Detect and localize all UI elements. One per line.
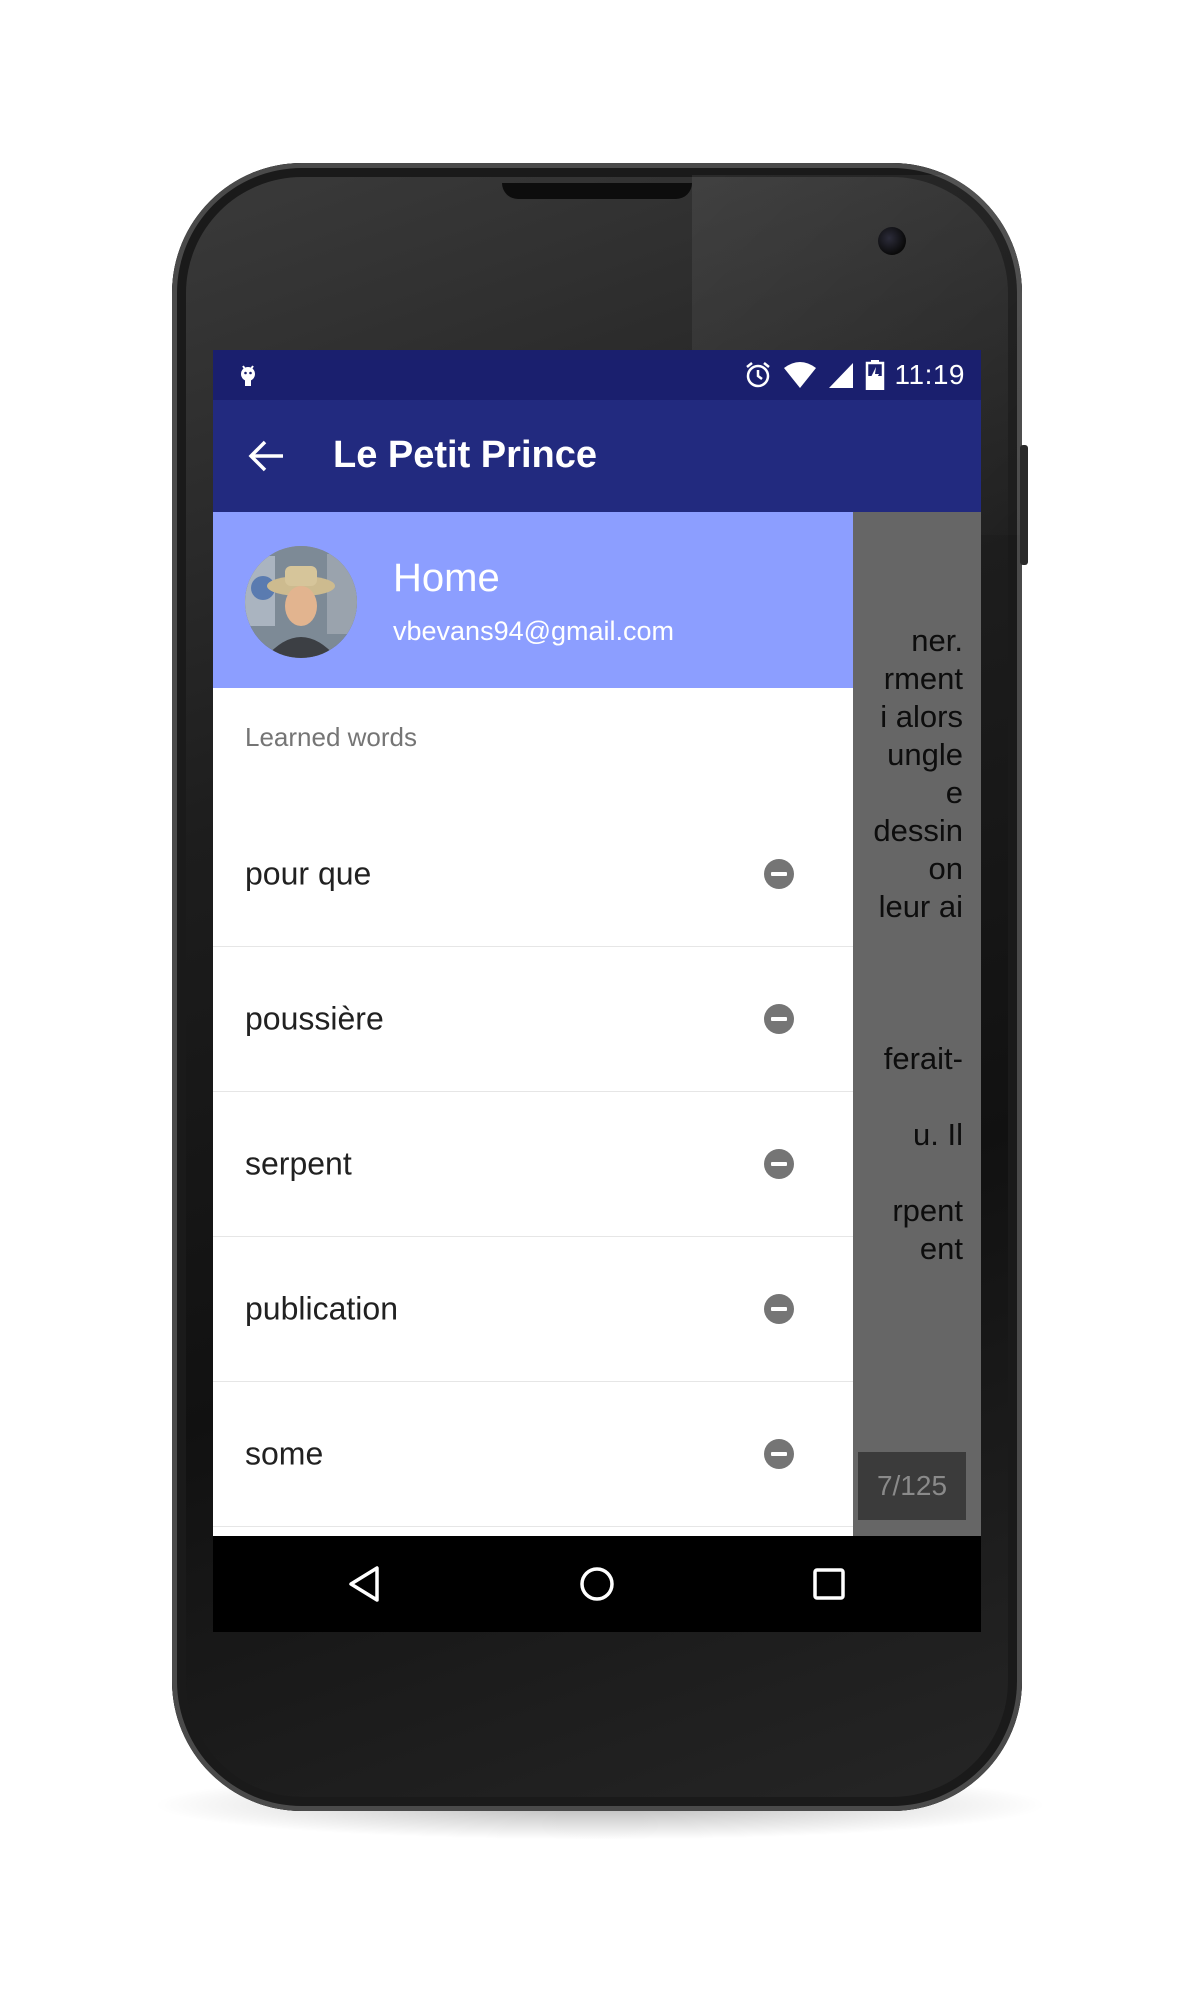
word-label: publication xyxy=(245,1290,398,1327)
word-label: poussière xyxy=(245,1000,384,1037)
android-debug-icon xyxy=(241,365,255,386)
section-label-learned-words: Learned words xyxy=(245,722,417,752)
drawer-account-name: Home xyxy=(393,556,500,600)
word-label: some xyxy=(245,1435,324,1472)
device-screen: 11:19 Le Petit Prince ner.rmenti alorsun… xyxy=(213,350,981,1632)
learned-words-list: pour que poussière serpent publication s… xyxy=(213,802,853,1527)
avatar xyxy=(245,546,357,658)
signal-icon xyxy=(828,363,853,388)
drawer-account-email: vbevans94@gmail.com xyxy=(393,616,675,646)
status-time: 11:19 xyxy=(894,359,965,390)
wifi-icon xyxy=(783,362,816,388)
alarm-icon xyxy=(745,362,770,388)
navigation-drawer: Home vbevans94@gmail.com Learned words p… xyxy=(213,512,853,1536)
home-circle-icon[interactable] xyxy=(577,1564,617,1604)
status-bar: 11:19 xyxy=(213,350,981,400)
remove-circle-icon[interactable] xyxy=(764,1439,794,1469)
list-item[interactable]: some xyxy=(213,1382,853,1527)
list-item[interactable]: poussière xyxy=(213,947,853,1092)
avatar-photo-icon xyxy=(245,546,357,658)
word-label: pour que xyxy=(245,855,372,892)
back-triangle-icon[interactable] xyxy=(345,1564,385,1604)
front-camera xyxy=(878,227,906,255)
status-icons: 11:19 xyxy=(743,358,966,392)
remove-circle-icon[interactable] xyxy=(764,1149,794,1179)
page-indicator: 7/125 xyxy=(858,1452,966,1520)
toolbar-title: Le Petit Prince xyxy=(333,434,597,476)
list-item[interactable]: serpent xyxy=(213,1092,853,1237)
power-button xyxy=(1020,445,1028,565)
battery-charging-icon xyxy=(865,360,884,390)
app-toolbar: Le Petit Prince xyxy=(213,400,981,512)
recents-square-icon[interactable] xyxy=(809,1564,849,1604)
list-item[interactable]: pour que xyxy=(213,802,853,947)
word-label: serpent xyxy=(245,1145,352,1182)
list-item[interactable]: publication xyxy=(213,1237,853,1382)
drawer-header[interactable]: Home vbevans94@gmail.com xyxy=(213,512,853,688)
remove-circle-icon[interactable] xyxy=(764,1004,794,1034)
system-nav-bar xyxy=(213,1536,981,1632)
remove-circle-icon[interactable] xyxy=(764,1294,794,1324)
back-arrow-icon[interactable] xyxy=(247,436,287,476)
remove-circle-icon[interactable] xyxy=(764,859,794,889)
speaker-grille xyxy=(502,183,692,199)
